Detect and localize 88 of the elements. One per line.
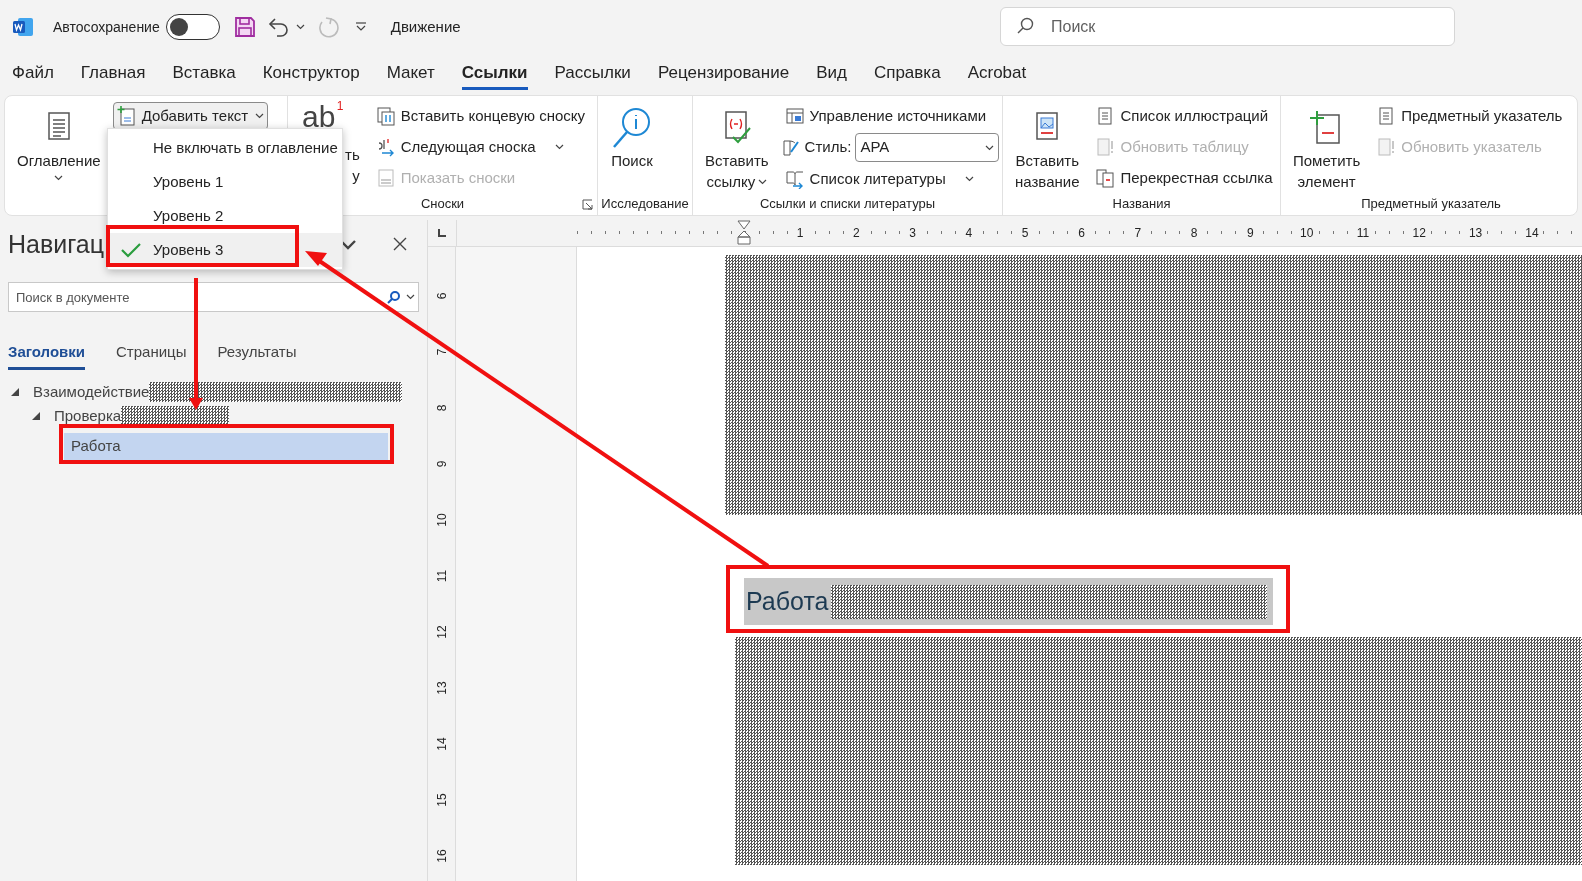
tree-item[interactable]: Взаимодействие — [33, 380, 403, 404]
style-label: Стиль: — [804, 137, 852, 158]
cross-reference-icon — [1095, 168, 1116, 188]
chevron-down-icon[interactable] — [295, 24, 305, 30]
footnote-mark: 1 — [336, 100, 344, 112]
chevron-down-icon — [54, 175, 64, 181]
expanded-triangle-icon[interactable] — [10, 387, 20, 397]
large-button[interactable]: Вставить ссылку — [701, 100, 773, 190]
chevron-down-icon — [554, 144, 564, 150]
chevron-down-icon — [964, 176, 974, 182]
ribbon-tab[interactable]: Вид — [816, 59, 847, 90]
tree-item[interactable]: Проверка — [54, 404, 230, 428]
pane-tab[interactable]: Страницы — [116, 338, 187, 370]
expanded-triangle-icon[interactable] — [31, 411, 41, 421]
document-alert-icon — [1376, 137, 1397, 157]
autosave-label: Автосохранение — [53, 17, 160, 37]
footnote-glyph: ab — [302, 100, 336, 133]
ribbon-tab[interactable]: Рецензирование — [657, 59, 790, 90]
ribbon-tab[interactable]: Справка — [873, 59, 941, 90]
ribbon-button[interactable]: Список иллюстраций — [1091, 102, 1277, 130]
chevron-down-icon — [255, 113, 265, 119]
close-icon[interactable] — [393, 237, 407, 251]
ribbon-button[interactable]: Вставить концевую сноску — [371, 102, 589, 130]
book-icon — [784, 169, 805, 189]
ruler-number: 8 — [434, 403, 450, 414]
tree-item-selected[interactable]: Работа — [64, 433, 388, 460]
ruler-number: 9 — [434, 459, 450, 470]
large-button[interactable]: Вставить название — [1011, 100, 1084, 190]
endnote-icon — [375, 106, 396, 126]
document-alert-icon — [1095, 137, 1116, 157]
search-icon — [1016, 17, 1034, 35]
ruler-number: 12 — [434, 624, 450, 641]
ribbon-button[interactable]: Управление источниками — [780, 102, 1000, 130]
word-logo-icon — [12, 17, 34, 37]
pane-title: Навигац — [8, 229, 104, 261]
document-heading: Работа — [744, 578, 1273, 625]
large-button[interactable]: Пометить элемент — [1289, 100, 1365, 190]
pane-tab[interactable]: Результаты — [217, 338, 297, 370]
customize-toolbar-icon[interactable] — [354, 22, 367, 32]
ruler-number: 11 — [434, 568, 450, 585]
autosave-toggle[interactable] — [165, 14, 220, 40]
group-label: Ссылки и списки литературы — [759, 195, 936, 214]
ribbon-tab[interactable]: Ссылки — [461, 59, 528, 90]
ribbon-tab[interactable]: Макет — [386, 59, 435, 90]
ruler-number: 13 — [434, 680, 450, 697]
ribbon-tab[interactable]: Вставка — [172, 59, 236, 90]
pane-tab[interactable]: Заголовки — [8, 338, 86, 370]
menu-item[interactable]: Не включать в оглавление — [108, 131, 342, 165]
sources-table-icon — [784, 106, 805, 126]
ribbon-tab[interactable]: Главная — [80, 59, 146, 90]
dialog-launcher-icon[interactable] — [582, 198, 593, 210]
search-field[interactable]: Поиск в документе — [8, 282, 419, 312]
ruler-number: 15 — [434, 792, 450, 809]
ribbon-button[interactable]: Добавить текст — [112, 102, 269, 130]
ruler-number: 6 — [434, 291, 450, 302]
group-label: Сноски — [420, 195, 465, 214]
chevron-down-icon[interactable] — [406, 294, 415, 300]
ribbon-tab[interactable]: Файл — [12, 59, 54, 90]
ruler-number: 7 — [434, 347, 450, 358]
ribbon-tab[interactable]: Конструктор — [262, 59, 360, 90]
ruler-number: 16 — [434, 848, 450, 865]
brush-icon — [780, 137, 801, 158]
ribbon-tab[interactable]: Рассылки — [554, 59, 631, 90]
menu-item[interactable]: Уровень 2 — [108, 199, 342, 233]
ruler-number: 10 — [434, 512, 450, 529]
ribbon-button[interactable]: Список литературы — [780, 165, 1000, 193]
chevron-down-icon — [985, 144, 995, 151]
style-dropdown[interactable]: APA — [855, 133, 1000, 162]
chevron-down-icon — [758, 178, 768, 185]
save-icon[interactable] — [233, 16, 256, 38]
indent-marker-icon[interactable] — [737, 220, 751, 246]
ribbon-button[interactable]: Перекрестная ссылка — [1091, 164, 1277, 192]
add-text-icon — [116, 106, 137, 126]
document-title: Движение — [390, 16, 461, 37]
ribbon-button[interactable]: Следующая сноска — [371, 133, 589, 161]
group-label: Предметный указатель — [1361, 195, 1501, 214]
ribbon-tab[interactable]: Acrobat — [967, 59, 1027, 90]
undo-icon[interactable] — [267, 16, 290, 38]
large-button[interactable]: Оглавление — [13, 100, 105, 190]
ruler-number: 14 — [434, 736, 450, 753]
search-icon[interactable] — [387, 290, 401, 304]
group-label: Исследование — [601, 195, 689, 214]
large-button[interactable]: Поиск — [606, 100, 658, 190]
show-notes-icon — [375, 168, 396, 188]
search-field[interactable]: Поиск — [1000, 7, 1455, 46]
ribbon-button[interactable]: Предметный указатель — [1372, 102, 1567, 130]
menu-item[interactable]: Уровень 1 — [108, 165, 342, 199]
group-label: Названия — [1112, 195, 1171, 214]
